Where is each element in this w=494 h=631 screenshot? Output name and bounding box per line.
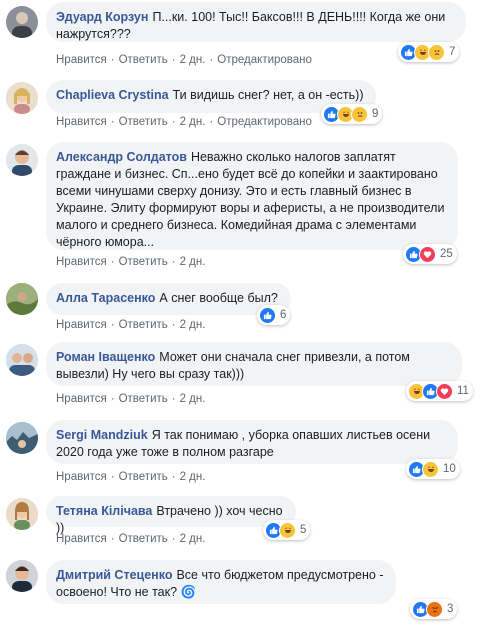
comment-actions: Нравится · Ответить · 2 дн.: [56, 533, 206, 545]
avatar[interactable]: [6, 344, 38, 376]
timestamp[interactable]: 2 дн.: [180, 393, 206, 405]
reply-link[interactable]: Ответить: [119, 471, 168, 483]
angry-icon: [426, 600, 443, 618]
reaction-count: 6: [280, 309, 287, 321]
avatar[interactable]: [6, 6, 38, 38]
comment-text: Ти видишь снег? нет, а он -есть)): [172, 88, 364, 102]
reaction-summary[interactable]: 11: [406, 381, 473, 401]
sad-icon: [428, 43, 445, 61]
comment-bubble: Эдуард Корзун П...ки. 100! Тыс!! Баксов!!…: [46, 2, 466, 42]
comment-actions: Нравится · Ответить · 2 дн. · Отредактировано: [56, 116, 312, 128]
comment-actions: Нравится · Ответить · 2 дн.: [56, 471, 206, 483]
reaction-summary[interactable]: 25: [403, 244, 457, 264]
like-link[interactable]: Нравится: [56, 54, 107, 66]
reply-link[interactable]: Ответить: [119, 116, 168, 128]
comment-bubble: Алла Тарасенко А снег вообще был?: [46, 283, 291, 315]
comment-actions: Нравится · Ответить · 2 дн. · Отредактировано: [56, 54, 312, 66]
reaction-count: 7: [449, 46, 456, 58]
comment-author[interactable]: Алла Тарасенко: [56, 291, 155, 305]
timestamp[interactable]: 2 дн.: [180, 54, 206, 66]
like-link[interactable]: Нравится: [56, 471, 107, 483]
timestamp[interactable]: 2 дн.: [180, 319, 206, 331]
reaction-summary[interactable]: 3: [410, 599, 458, 619]
reaction-count: 9: [372, 108, 379, 120]
comment-author[interactable]: Дмитрий Стеценко: [56, 568, 172, 582]
avatar[interactable]: [6, 144, 38, 176]
reaction-summary[interactable]: 9: [321, 104, 383, 124]
comment-actions: Нравится · Ответить · 2 дн.: [56, 393, 206, 405]
reply-link[interactable]: Ответить: [119, 319, 168, 331]
reply-link[interactable]: Ответить: [119, 256, 168, 268]
like-link[interactable]: Нравится: [56, 256, 107, 268]
comment-author[interactable]: Эдуард Корзун: [56, 10, 148, 24]
haha-icon: [422, 460, 439, 478]
comment-text: Неважно сколько налогов заплатят граждан…: [56, 150, 445, 249]
reply-link[interactable]: Ответить: [119, 533, 168, 545]
reaction-summary[interactable]: 7: [398, 42, 460, 62]
avatar[interactable]: [6, 82, 38, 114]
reaction-count: 3: [447, 603, 454, 615]
reaction-count: 10: [443, 463, 456, 475]
like-link[interactable]: Нравится: [56, 533, 107, 545]
comment-author[interactable]: Александр Солдатов: [56, 150, 187, 164]
edited-label: Отредактировано: [217, 54, 312, 66]
reaction-count: 5: [300, 524, 307, 536]
like-link[interactable]: Нравится: [56, 319, 107, 331]
reaction-summary[interactable]: 6: [257, 305, 291, 325]
comment-actions: Нравится · Ответить · 2 дн.: [56, 256, 206, 268]
reaction-count: 25: [440, 248, 453, 260]
comment-author[interactable]: Sergi Mandziuk: [56, 428, 148, 442]
avatar[interactable]: [6, 498, 38, 530]
avatar[interactable]: [6, 283, 38, 315]
timestamp[interactable]: 2 дн.: [180, 256, 206, 268]
comment-author[interactable]: Роман Іващенко: [56, 350, 155, 364]
reaction-summary[interactable]: 10: [406, 459, 460, 479]
sad-icon: [351, 105, 368, 123]
avatar[interactable]: [6, 560, 38, 592]
like-link[interactable]: Нравится: [56, 393, 107, 405]
comment-author[interactable]: Chaplieva Crystina: [56, 88, 169, 102]
edited-label: Отредактировано: [217, 116, 312, 128]
love-icon: [419, 245, 436, 263]
comment-bubble: Роман Іващенко Может они сначала снег при…: [46, 342, 462, 386]
comment-text: А снег вообще был?: [159, 291, 278, 305]
timestamp[interactable]: 2 дн.: [180, 471, 206, 483]
reply-link[interactable]: Ответить: [119, 393, 168, 405]
comment-bubble: Тетяна Кілічава Втрачено )) хоч чесно )): [46, 496, 296, 535]
comment-actions: Нравится · Ответить · 2 дн.: [56, 319, 206, 331]
reply-link[interactable]: Ответить: [119, 54, 168, 66]
like-link[interactable]: Нравится: [56, 116, 107, 128]
comment-bubble: Sergi Mandziuk Я так понимаю , уборка опа…: [46, 420, 458, 464]
comment-bubble: Александр Солдатов Неважно сколько налого…: [46, 142, 458, 250]
reaction-count: 11: [457, 385, 469, 397]
comment-author[interactable]: Тетяна Кілічава: [56, 504, 152, 518]
timestamp[interactable]: 2 дн.: [180, 116, 206, 128]
timestamp[interactable]: 2 дн.: [180, 533, 206, 545]
haha-icon: [279, 521, 296, 539]
comment-bubble: Дмитрий Стеценко Все что бюджетом предусм…: [46, 560, 396, 604]
like-icon: [259, 306, 276, 324]
reaction-summary[interactable]: 5: [263, 520, 311, 540]
avatar[interactable]: [6, 422, 38, 454]
love-icon: [436, 382, 453, 400]
